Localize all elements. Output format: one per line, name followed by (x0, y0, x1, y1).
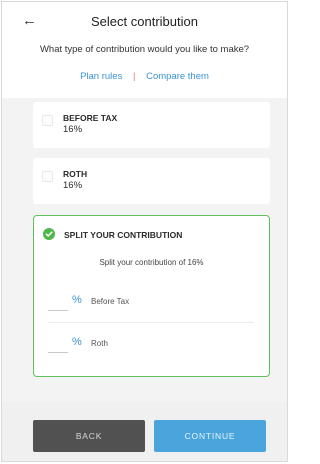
roth-checkbox[interactable] (42, 171, 53, 182)
percent-icon: % (72, 336, 82, 348)
option-name: BEFORE TAX (63, 113, 118, 123)
roth-percent-row: % Roth (48, 332, 254, 354)
compare-them-link[interactable]: Compare them (146, 71, 209, 82)
page-title: Select contribution (91, 14, 198, 29)
footer-bar: BACK CONTINUE (2, 402, 287, 461)
row-divider (48, 322, 254, 323)
roth-label: Roth (91, 339, 108, 348)
roth-percent-input[interactable] (48, 338, 68, 353)
option-value: 16% (63, 180, 83, 191)
back-button[interactable]: BACK (33, 420, 145, 452)
option-card-before-tax[interactable]: BEFORE TAX 16% (33, 102, 270, 148)
split-subtitle: Split your contribution of 16% (99, 258, 204, 267)
option-value: 16% (63, 124, 83, 135)
link-separator: | (132, 71, 136, 82)
percent-icon: % (72, 294, 82, 306)
check-circle-icon (43, 228, 55, 240)
before-tax-label: Before Tax (91, 297, 130, 306)
before-tax-percent-input[interactable] (48, 296, 68, 311)
contribution-screen: ← Select contribution What type of contr… (1, 1, 288, 462)
before-tax-checkbox[interactable] (42, 115, 53, 126)
option-name: ROTH (63, 169, 88, 179)
option-card-roth[interactable]: ROTH 16% (33, 158, 270, 204)
before-tax-percent-row: % Before Tax (48, 290, 254, 312)
plan-rules-link[interactable]: Plan rules (80, 71, 122, 82)
header: ← Select contribution What type of contr… (2, 2, 287, 98)
question-text: What type of contribution would you like… (39, 44, 250, 55)
option-card-split[interactable]: SPLIT YOUR CONTRIBUTION Split your contr… (33, 215, 270, 377)
split-title: SPLIT YOUR CONTRIBUTION (64, 230, 183, 240)
header-links: Plan rules | Compare them (2, 71, 287, 82)
continue-button[interactable]: CONTINUE (154, 420, 266, 452)
